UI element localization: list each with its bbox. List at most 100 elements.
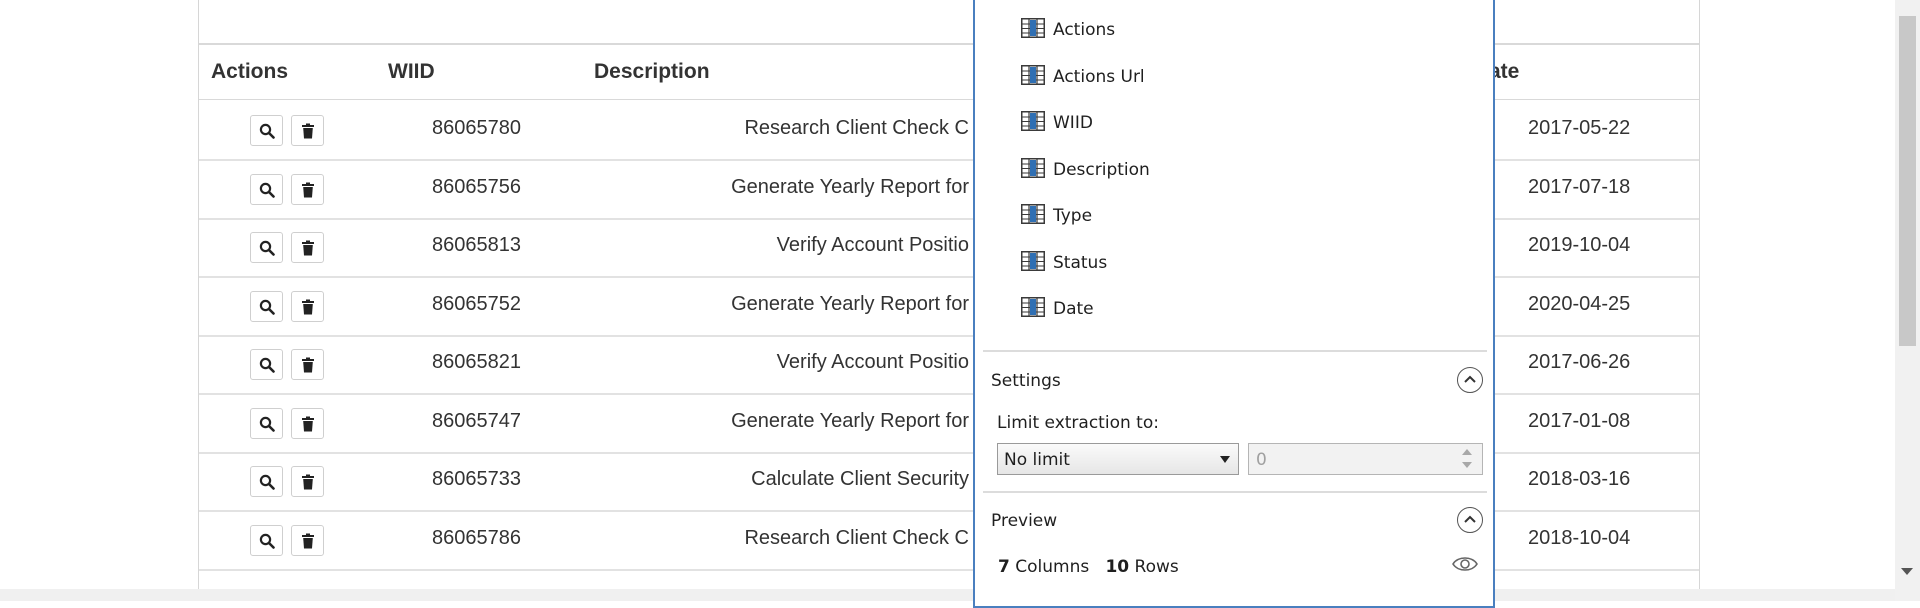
delete-button[interactable] (291, 290, 324, 322)
chevron-up-icon (1464, 515, 1476, 523)
delete-button[interactable] (291, 115, 324, 146)
date-cell: 2019-10-04 (1528, 234, 1631, 256)
trash-icon (302, 240, 314, 256)
header-description: Description (594, 60, 710, 83)
view-button[interactable] (250, 466, 283, 497)
field-label: WIID (1053, 113, 1093, 133)
delete-button[interactable] (291, 407, 324, 439)
columns-label: Columns (1015, 557, 1090, 577)
view-button[interactable] (250, 290, 283, 322)
delete-button[interactable] (291, 232, 324, 263)
settings-collapse-button[interactable] (1457, 367, 1483, 393)
date-cell: 2017-07-18 (1528, 175, 1631, 198)
date-cell: 2018-10-04 (1528, 526, 1631, 549)
description-cell: Generate Yearly Report for (731, 175, 969, 198)
field-label: Actions (1053, 20, 1116, 40)
search-icon (259, 474, 275, 490)
column-icon (1021, 204, 1045, 224)
field-label: Type (1053, 206, 1093, 226)
header-wiid: WIID (388, 60, 435, 83)
view-button[interactable] (250, 407, 283, 439)
dropdown-caret-icon (1220, 456, 1230, 463)
view-button[interactable] (250, 232, 283, 263)
view-button[interactable] (250, 173, 283, 205)
preview-collapse-button[interactable] (1457, 507, 1483, 533)
trash-icon (302, 533, 314, 548)
chevron-up-icon (1464, 375, 1476, 383)
extraction-wizard-panel: Actions Actions Url WIID Description Type Sta… (973, 0, 1495, 608)
wiid-cell: 86065821 (432, 351, 521, 373)
divider (983, 350, 1487, 352)
delete-button[interactable] (291, 349, 324, 380)
eye-icon[interactable] (1452, 555, 1478, 573)
column-icon (1021, 18, 1045, 38)
field-label: Actions Url (1053, 66, 1145, 87)
wiid-cell: 86065780 (432, 117, 521, 139)
date-cell: 2017-01-08 (1528, 409, 1631, 432)
search-icon (259, 357, 275, 373)
wiid-cell: 86065752 (432, 292, 521, 315)
description-cell: Research Client Check C (744, 117, 969, 139)
columns-count: 7 (998, 557, 1010, 577)
page-horizontal-scrollbar[interactable] (0, 589, 1895, 601)
trash-icon (302, 182, 314, 197)
scroll-down-arrow-icon[interactable] (1901, 568, 1913, 575)
limit-number-input[interactable]: 0 (1248, 443, 1483, 475)
date-cell: 2017-05-22 (1528, 117, 1631, 139)
spin-up-icon[interactable] (1462, 449, 1472, 455)
rows-count: 10 (1105, 557, 1130, 577)
date-cell: 2020-04-25 (1528, 292, 1631, 315)
preview-title: Preview (991, 511, 1058, 531)
description-cell: Research Client Check C (744, 526, 969, 549)
view-button[interactable] (250, 349, 283, 380)
field-label: Date (1053, 299, 1094, 319)
date-cell: 2017-06-26 (1528, 351, 1631, 373)
column-icon (1021, 64, 1045, 85)
scrollbar-thumb[interactable] (1899, 16, 1916, 346)
wiid-cell: 86065786 (432, 526, 521, 549)
field-label: Status (1053, 252, 1108, 273)
limit-number-value: 0 (1256, 450, 1267, 470)
field-label: Description (1053, 159, 1150, 180)
preview-summary: 7 Columns 10 Rows (998, 557, 1179, 577)
trash-icon (302, 299, 314, 314)
column-icon (1021, 111, 1045, 131)
wiid-cell: 86065733 (432, 468, 521, 490)
view-button[interactable] (250, 115, 283, 146)
trash-icon (302, 357, 314, 373)
delete-button[interactable] (291, 173, 324, 205)
description-cell: Verify Account Positio (776, 351, 969, 373)
limit-extraction-label: Limit extraction to: (997, 413, 1159, 433)
wiid-cell: 86065813 (432, 234, 521, 256)
rows-label: Rows (1134, 557, 1179, 577)
description-cell: Generate Yearly Report for (731, 292, 969, 315)
limit-extraction-dropdown[interactable]: No limit (997, 443, 1239, 475)
settings-title: Settings (991, 371, 1061, 391)
delete-button[interactable] (291, 466, 324, 497)
search-icon (259, 299, 275, 315)
header-actions: Actions (211, 60, 289, 83)
column-icon (1021, 297, 1045, 317)
date-cell: 2018-03-16 (1528, 468, 1631, 490)
trash-icon (302, 474, 314, 490)
description-cell: Calculate Client Security (751, 468, 969, 490)
trash-icon (302, 123, 314, 139)
divider (983, 491, 1487, 493)
search-icon (259, 123, 275, 139)
search-icon (259, 416, 275, 432)
column-icon (1021, 250, 1045, 271)
column-icon (1021, 157, 1045, 178)
search-icon (259, 240, 275, 256)
view-button[interactable] (250, 524, 283, 556)
page-vertical-scrollbar[interactable] (1895, 0, 1920, 601)
limit-select-value: No limit (1004, 450, 1070, 470)
spin-down-icon[interactable] (1462, 462, 1472, 468)
search-icon (259, 533, 275, 549)
search-icon (259, 182, 275, 198)
description-cell: Generate Yearly Report for (731, 409, 969, 432)
wiid-cell: 86065756 (432, 175, 521, 198)
trash-icon (302, 416, 314, 431)
wiid-cell: 86065747 (432, 409, 521, 432)
description-cell: Verify Account Positio (776, 234, 969, 256)
delete-button[interactable] (291, 524, 324, 556)
